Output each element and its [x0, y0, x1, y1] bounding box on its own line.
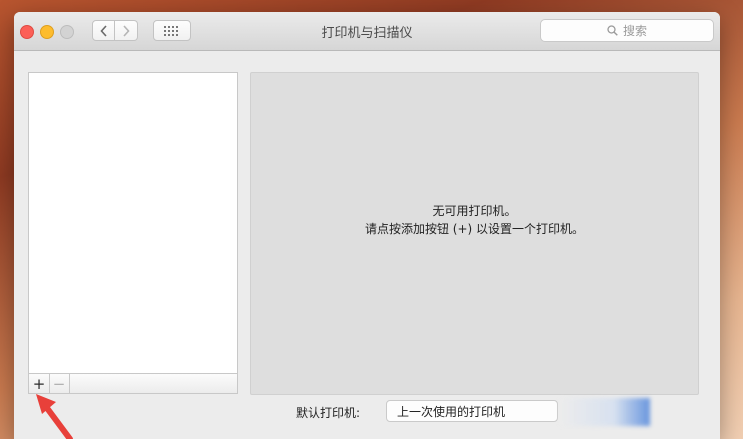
- printer-list[interactable]: [28, 72, 238, 374]
- default-printer-label: 默认打印机:: [296, 406, 361, 420]
- printer-detail-panel: 无可用打印机。 请点按添加按钮 (+) 以设置一个打印机。: [250, 72, 699, 395]
- search-field[interactable]: 搜索: [540, 19, 714, 42]
- annotation-arrow-icon: [36, 394, 73, 439]
- title-bar: 打印机与扫描仪 搜索: [14, 12, 720, 51]
- default-printer-select[interactable]: 上一次使用的打印机: [386, 400, 558, 422]
- empty-state-message: 无可用打印机。 请点按添加按钮 (+) 以设置一个打印机。: [251, 202, 698, 238]
- empty-state-line-1: 无可用打印机。: [432, 204, 517, 218]
- search-placeholder: 搜索: [622, 24, 647, 38]
- blurred-overlay: [560, 398, 650, 426]
- search-icon: [607, 25, 618, 36]
- default-printer-value: 上一次使用的打印机: [397, 404, 506, 419]
- printers-scanners-window: 打印机与扫描仪 搜索 + − 无可用打印机。 请点按添加按钮 (+) 以设置一个…: [14, 12, 720, 439]
- empty-state-line-2: 请点按添加按钮 (+) 以设置一个打印机。: [364, 222, 585, 236]
